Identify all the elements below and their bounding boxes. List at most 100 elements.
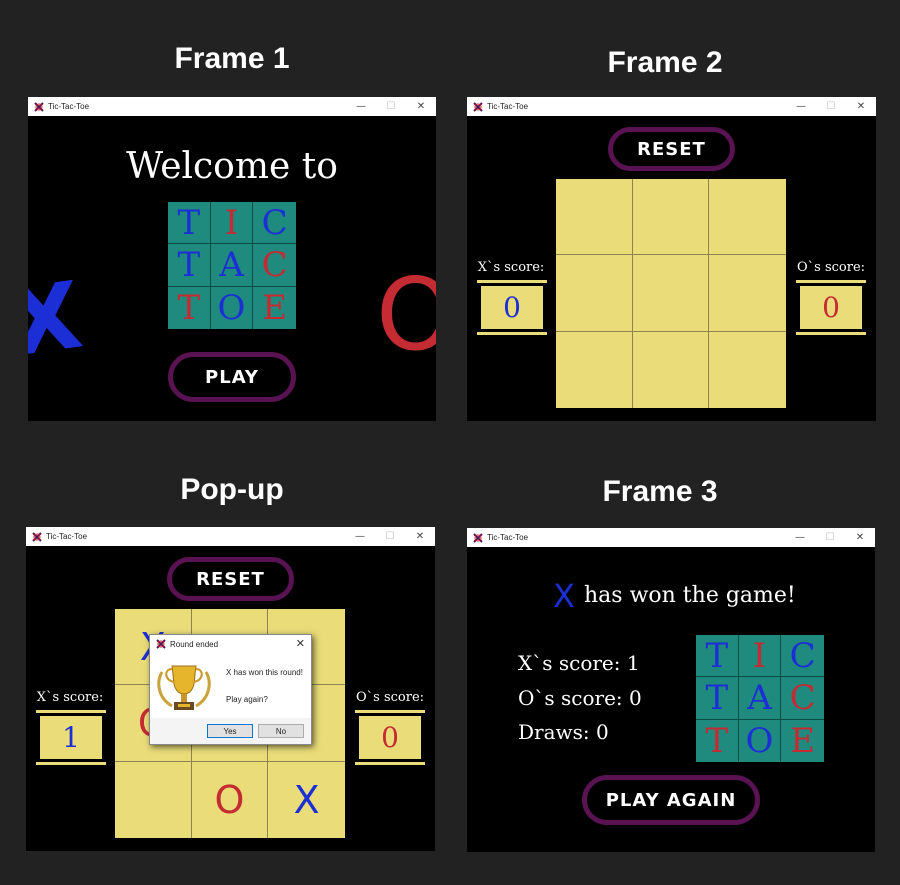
reset-button[interactable]: RESET [608,127,735,171]
logo-letter: T [168,244,211,287]
close-icon[interactable]: ✕ [845,528,875,547]
minimize-icon[interactable]: — [785,528,815,547]
score-bar [477,280,547,283]
score-bar [36,762,106,765]
score-bar [36,710,106,713]
score-bar [355,762,425,765]
x-score-line: X`s score: 1 [518,651,640,675]
window-titlebar[interactable]: Tic-Tac-Toe — ☐ ✕ [467,528,875,547]
logo-letter: T [168,286,211,329]
frame3-window: Tic-Tac-Toe — ☐ ✕ X has won the game! X`… [467,528,875,852]
popup-heading: Pop-up [180,473,284,506]
tic-tac-toe-logo: T I C T A C T O E [696,635,824,762]
board-cell[interactable] [709,179,786,256]
dialog-titlebar[interactable]: Round ended ✕ [150,635,311,653]
logo-letter: C [253,202,296,245]
o-score-label: O`s score: [796,260,866,275]
x-score-box: 0 [477,280,547,335]
yes-button[interactable]: Yes [207,724,253,738]
logo-letter: A [738,677,782,720]
frame1-client: Welcome to T I C T A C T O E X O PLAY [28,116,436,421]
close-icon[interactable]: ✕ [405,527,435,546]
o-score-box: 0 [796,280,866,335]
board-cell[interactable] [709,332,786,408]
window-title: Tic-Tac-Toe [487,533,529,542]
logo-letter: T [696,635,739,678]
close-icon[interactable]: ✕ [406,97,436,116]
frame3-heading: Frame 3 [602,475,718,508]
window-titlebar[interactable]: Tic-Tac-Toe — ☐ ✕ [467,97,876,116]
board-cell[interactable] [556,331,633,408]
play-button[interactable]: PLAY [168,352,296,402]
dialog-message: X has won this round! [226,668,303,677]
minimize-icon[interactable]: — [346,97,376,116]
logo-letter: A [210,244,254,287]
minimize-icon[interactable]: — [786,97,816,116]
logo-letter: O [739,719,782,762]
logo-letter: T [696,677,739,720]
logo-letter: C [253,244,296,287]
x-score-value: 0 [481,286,543,329]
o-score-label: O`s score: [355,690,425,705]
dialog-close-icon[interactable]: ✕ [296,637,305,650]
window-titlebar[interactable]: Tic-Tac-Toe — ☐ ✕ [26,527,435,546]
frame3-client: X has won the game! X`s score: 1 O`s sco… [467,547,875,852]
popup-window: Tic-Tac-Toe — ☐ ✕ RESET X O O X X`s scor… [26,527,435,851]
frame2-window: Tic-Tac-Toe — ☐ ✕ RESET X`s score: 0 O`s… [467,97,876,421]
app-icon [32,531,42,542]
board-cell[interactable]: O [192,761,269,838]
logo-letter: E [790,720,816,761]
minimize-icon[interactable]: — [345,527,375,546]
popup-client: RESET X O O X X`s score: 1 O`s score: 0 [26,546,435,851]
logo-letter: C [781,635,824,678]
logo-letter: T [696,719,739,762]
frame2-heading: Frame 2 [607,46,723,79]
play-again-button[interactable]: PLAY AGAIN [582,775,760,825]
board-cell[interactable] [556,179,633,256]
welcome-text: Welcome to [126,146,338,187]
app-icon [473,532,483,543]
score-bar [355,710,425,713]
board-cell[interactable] [632,255,710,332]
board-cell[interactable]: X [268,762,345,838]
x-score-box: 1 [36,710,106,765]
x-score-label: X`s score: [477,260,545,275]
app-icon [473,101,483,112]
frame2-client: RESET X`s score: 0 O`s score: 0 [467,116,876,421]
window-title: Tic-Tac-Toe [48,102,90,111]
maximize-icon: ☐ [385,531,395,542]
frame1-heading: Frame 1 [174,42,290,75]
decorative-o: O [376,256,436,373]
o-score-value: 0 [359,716,421,759]
board-cell[interactable] [115,761,192,838]
board-cell[interactable] [709,255,786,332]
x-score-label: X`s score: [36,690,104,705]
close-icon[interactable]: ✕ [846,97,876,116]
trophy-icon [157,665,211,710]
logo-letter: I [210,202,254,245]
frame1-window: Tic-Tac-Toe — ☐ ✕ Welcome to T I C T A C… [28,97,436,421]
logo-letter: E [262,287,288,328]
board-cell[interactable] [556,255,633,332]
window-title: Tic-Tac-Toe [487,102,529,111]
round-ended-dialog: Round ended ✕ X has won this round! Play… [149,634,312,745]
winner-mark: X [553,577,575,615]
app-icon [156,639,166,649]
maximize-icon: ☐ [826,101,836,112]
score-bar [477,332,547,335]
score-bar [796,280,866,283]
x-score-value: 1 [40,716,102,759]
window-titlebar[interactable]: Tic-Tac-Toe — ☐ ✕ [28,97,436,116]
o-score-line: O`s score: 0 [518,686,642,710]
board-cell[interactable] [633,331,710,408]
decorative-x: X [28,261,89,378]
board-cell[interactable] [632,179,710,256]
o-score-box: 0 [355,710,425,765]
logo-letter: C [781,677,824,720]
o-score-value: 0 [800,286,862,329]
no-button[interactable]: No [258,724,304,738]
logo-letter: T [168,202,211,245]
reset-button[interactable]: RESET [167,557,294,601]
maximize-icon: ☐ [386,101,396,112]
score-bar [796,332,866,335]
